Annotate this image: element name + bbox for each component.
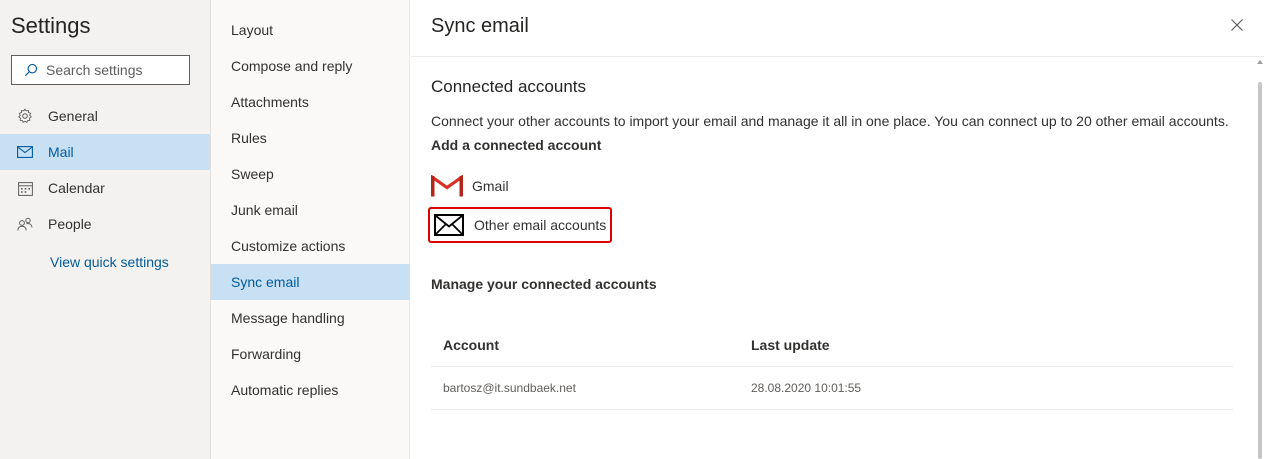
other-email-accounts-label: Other email accounts bbox=[474, 217, 607, 233]
connected-accounts-heading: Connected accounts bbox=[431, 77, 586, 96]
nav-item-label: Mail bbox=[48, 144, 74, 160]
scroll-up-arrow-icon[interactable] bbox=[1257, 60, 1263, 64]
search-input[interactable] bbox=[46, 62, 186, 78]
nav-item-label: General bbox=[48, 108, 98, 124]
settings-sidebar: Settings General Mail bbox=[0, 0, 211, 459]
settings-nav: General Mail Calendar People bbox=[0, 98, 210, 242]
gmail-icon bbox=[431, 173, 463, 199]
sync-email-panel: Sync email Connected accounts Connect yo… bbox=[411, 0, 1264, 459]
last-update-cell: 28.08.2020 10:01:55 bbox=[751, 381, 862, 395]
nav-item-mail[interactable]: Mail bbox=[0, 134, 210, 170]
nav-item-general[interactable]: General bbox=[0, 98, 210, 134]
close-button[interactable] bbox=[1228, 16, 1246, 34]
gmail-option-label: Gmail bbox=[472, 178, 509, 194]
close-icon bbox=[1231, 19, 1243, 31]
mail-setting-sync-email[interactable]: Sync email bbox=[211, 264, 410, 300]
nav-item-label: Calendar bbox=[48, 180, 105, 196]
mail-setting-junk-email[interactable]: Junk email bbox=[211, 192, 410, 228]
account-cell: bartosz@it.sundbaek.net bbox=[443, 381, 576, 395]
other-email-accounts-option[interactable]: Other email accounts bbox=[428, 207, 613, 243]
connected-accounts-table: Account Last update bartosz@it.sundbaek.… bbox=[431, 324, 1233, 410]
settings-title: Settings bbox=[11, 13, 91, 38]
mail-setting-automatic-replies[interactable]: Automatic replies bbox=[211, 372, 410, 408]
mail-setting-forwarding[interactable]: Forwarding bbox=[211, 336, 410, 372]
nav-item-people[interactable]: People bbox=[0, 206, 210, 242]
column-header-account[interactable]: Account bbox=[431, 337, 751, 353]
view-quick-settings-link[interactable]: View quick settings bbox=[50, 254, 169, 270]
mail-settings-list: Layout Compose and reply Attachments Rul… bbox=[211, 0, 410, 459]
mail-setting-customize-actions[interactable]: Customize actions bbox=[211, 228, 410, 264]
table-header: Account Last update bbox=[431, 324, 1233, 367]
add-connected-account-heading: Add a connected account bbox=[431, 137, 602, 153]
mail-setting-sweep[interactable]: Sweep bbox=[211, 156, 410, 192]
column-header-last-update[interactable]: Last update bbox=[751, 337, 1233, 353]
panel-divider bbox=[411, 56, 1264, 57]
mail-setting-message-handling[interactable]: Message handling bbox=[211, 300, 410, 336]
mail-setting-compose-and-reply[interactable]: Compose and reply bbox=[211, 48, 410, 84]
mail-setting-attachments[interactable]: Attachments bbox=[211, 84, 410, 120]
search-icon bbox=[24, 63, 38, 77]
mail-setting-layout[interactable]: Layout bbox=[211, 12, 410, 48]
gear-icon bbox=[16, 107, 34, 125]
table-row[interactable]: bartosz@it.sundbaek.net 28.08.2020 10:01… bbox=[431, 367, 1233, 410]
manage-connected-accounts-heading: Manage your connected accounts bbox=[431, 276, 657, 292]
nav-item-calendar[interactable]: Calendar bbox=[0, 170, 210, 206]
panel-title: Sync email bbox=[431, 15, 529, 37]
people-icon bbox=[16, 215, 34, 233]
envelope-icon bbox=[433, 212, 465, 238]
nav-item-label: People bbox=[48, 216, 92, 232]
calendar-icon bbox=[16, 179, 34, 197]
mail-setting-rules[interactable]: Rules bbox=[211, 120, 410, 156]
mail-icon bbox=[16, 143, 34, 161]
gmail-option[interactable]: Gmail bbox=[431, 173, 509, 199]
panel-scrollbar[interactable] bbox=[1256, 60, 1264, 459]
scroll-thumb[interactable] bbox=[1258, 82, 1262, 459]
search-box[interactable] bbox=[11, 55, 190, 85]
connected-accounts-description: Connect your other accounts to import yo… bbox=[431, 113, 1229, 129]
